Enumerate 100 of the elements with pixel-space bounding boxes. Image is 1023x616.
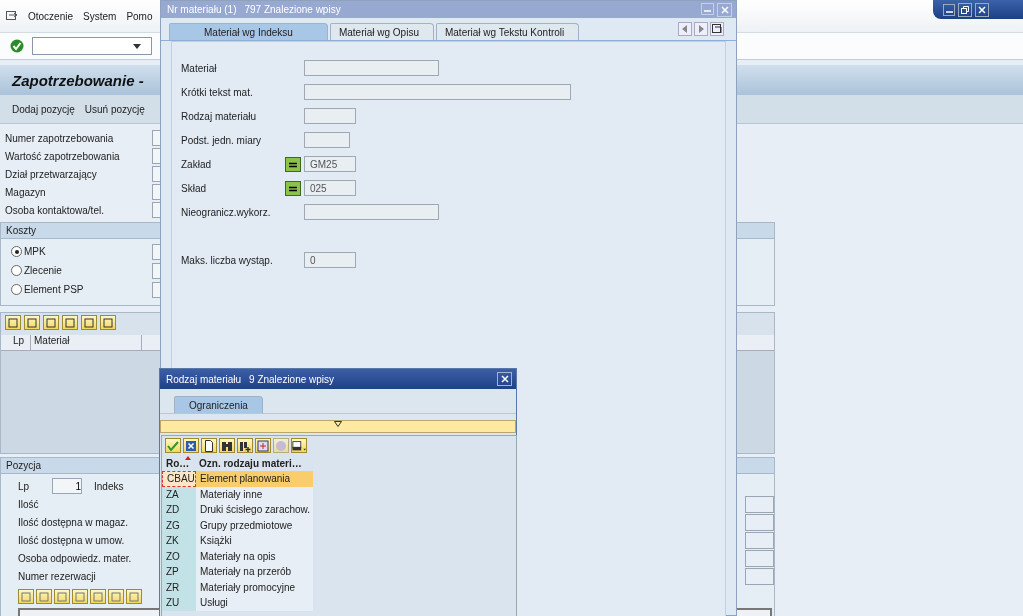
scroll-left-button[interactable] [678,22,692,36]
input-field[interactable] [152,281,160,298]
input-field[interactable]: 025 [304,180,356,196]
input-field[interactable] [744,567,774,585]
menu-item[interactable]: Pomo [126,10,153,22]
command-field[interactable] [32,37,152,55]
toolbar-button[interactable]: Usuń pozycję [80,101,149,117]
input-field[interactable] [152,148,160,164]
column-header[interactable]: Ozn. rodzaju materi… [195,457,339,469]
close-icon [977,4,987,15]
radio-button[interactable] [11,265,22,276]
column-header[interactable]: Ro… [162,457,195,469]
left-arrow-icon [682,25,688,33]
tab[interactable]: Ograniczenia [174,396,263,413]
column-header[interactable]: Lp [1,335,31,350]
right-arrow-icon [698,25,704,33]
table-row[interactable]: CBAU Element planowania [162,471,313,487]
field-label: Ilość [18,498,40,510]
menu-item[interactable]: Otoczenie [28,10,74,22]
field-label: Numer rezerwacji [18,570,97,582]
close-button[interactable] [975,2,989,17]
field-label: Dział przetwarzający [4,168,98,180]
field-label: Skład [181,182,207,194]
restore-button[interactable] [958,2,972,17]
field-label: Ilość dostępna w magaz. [18,516,130,528]
dialog-title: Rodzaj materiału [166,373,242,385]
tab[interactable]: Materiał wg Tekstu Kontroli [435,23,580,40]
input-field[interactable] [304,204,439,220]
input-field[interactable] [152,184,160,200]
column-header[interactable]: Materiał [31,335,142,350]
table-cell: ZK [162,533,196,549]
export-icon[interactable] [255,438,271,453]
table-row[interactable]: ZU Usługi [162,595,313,611]
dialog-subtitle: 9 Znalezione wpisy [249,373,335,385]
minimize-icon [945,10,953,13]
radio-button[interactable] [11,246,22,257]
field-label: Rodzaj materiału [181,110,258,122]
dialog-subtitle: 797 Znalezione wpisy [244,4,341,15]
menu-icon[interactable] [6,11,18,21]
input-field[interactable] [744,495,774,513]
panel-title: Koszty [6,225,36,236]
field-label: Wartość zapotrzebowania [4,150,121,162]
multiple-selection-button[interactable] [285,157,301,172]
input-field[interactable] [744,549,774,567]
close-icon [719,5,730,15]
radio-button[interactable] [11,284,22,295]
tab[interactable]: Materiał wg Indeksu [169,23,328,40]
radio-label: Element PSP [24,284,85,295]
input-field[interactable] [744,531,774,549]
table-row[interactable]: ZP Materiały na przerób [162,564,313,580]
input-field[interactable]: 0 [304,252,356,268]
input-field[interactable] [152,202,160,218]
check-icon[interactable] [10,39,24,53]
field-label: Osoba kontaktowa/tel. [4,204,105,216]
table-cell: Druki ścisłego zarachow. [196,502,313,518]
minimize-icon [704,10,711,12]
table-cell: ZD [162,502,196,518]
caret-icon[interactable] [133,43,141,49]
close-button[interactable] [497,372,512,386]
equals-icon [288,185,298,192]
table-row[interactable]: ZK Książki [162,533,313,549]
input-field[interactable] [152,243,160,260]
document-icon[interactable] [201,438,217,453]
field-label: Ilość dostępna w umow. [18,534,126,546]
tab[interactable]: Materiał wg Opisu [329,23,434,40]
field-label: Magazyn [4,186,47,198]
minimize-button[interactable] [943,3,955,16]
input-field[interactable]: 1 [52,478,82,494]
input-field[interactable] [744,513,774,531]
multiple-selection-button[interactable] [285,181,301,196]
panel-title: Pozycja [6,460,41,471]
input-field[interactable]: GM25 [304,156,356,172]
field-label: Indeks [94,480,125,492]
close-icon [499,374,510,384]
field-label: Materiał [181,62,218,74]
input-field[interactable] [152,262,160,279]
input-field[interactable] [152,166,160,182]
table-cell: Usługi [196,595,313,611]
input-field[interactable] [304,60,439,76]
dialog-title: Nr materiału (1) [167,4,237,15]
input-field[interactable] [152,130,160,146]
check-icon[interactable] [165,438,181,453]
field-label: Numer zapotrzebowania [4,132,115,144]
toolbar-button[interactable]: Dodaj pozycję [8,101,79,117]
menu-item[interactable]: System [83,10,117,22]
tab-list-button[interactable] [710,22,724,36]
restore-icon [960,4,970,15]
input-field[interactable] [304,132,350,148]
print-icon[interactable] [291,438,307,453]
field-label: Lp [18,480,31,492]
table-row[interactable]: ZD Druki ścisłego zarachow. [162,502,313,518]
cancel-icon[interactable] [183,438,199,453]
field-label: Podst. jedn. miary [181,134,263,146]
table-cell: ZU [162,595,196,611]
input-field[interactable] [304,84,571,100]
input-field[interactable] [304,108,356,124]
field-label: Krótki tekst mat. [181,86,254,98]
table-cell: Materiały na przerób [196,564,313,580]
collapse-bar[interactable] [160,420,516,433]
table-cell: CBAU [162,471,196,487]
